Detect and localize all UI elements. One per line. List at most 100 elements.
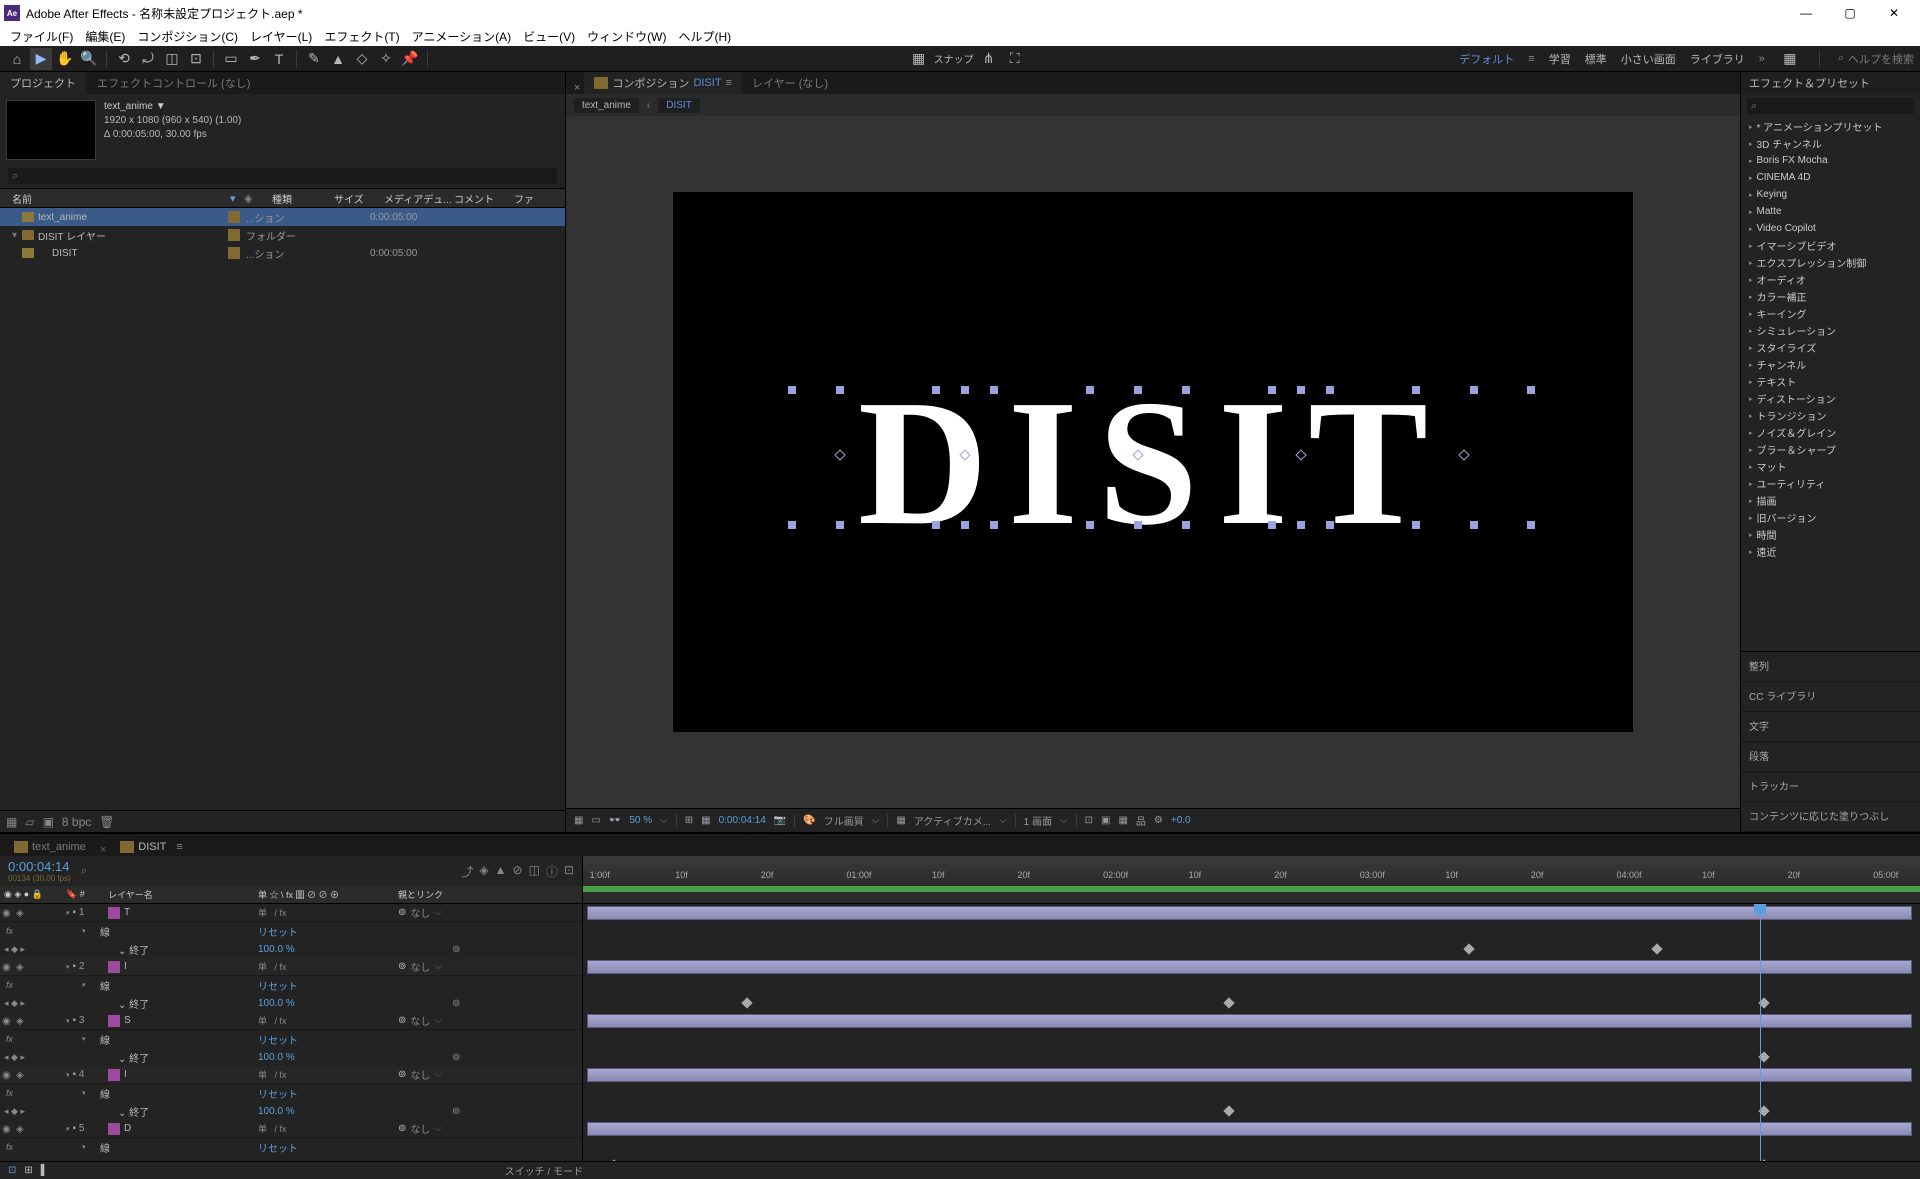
workspace-library[interactable]: ライブラリ xyxy=(1690,51,1745,67)
effect-category[interactable]: Boris FX Mocha xyxy=(1741,152,1920,169)
col-switches[interactable]: 单 ☆ \ fx 圖 ⊘ ⊘ ⊕ xyxy=(258,888,398,901)
track-area[interactable] xyxy=(583,904,1920,1161)
panel-shortcut[interactable]: CC ライブラリ xyxy=(1741,682,1920,712)
brush-tool-icon[interactable]: ✎ xyxy=(303,48,325,70)
tl-opt-6-icon[interactable]: ⓘ xyxy=(546,863,558,880)
snap-opt1-icon[interactable]: ⋔ xyxy=(978,48,1000,70)
col-layer-name[interactable]: レイヤー名 xyxy=(108,888,258,901)
effect-category[interactable]: 時間 xyxy=(1741,526,1920,543)
rotate-tool-icon[interactable]: ⤾ xyxy=(137,48,159,70)
help-search[interactable]: ⌕ ヘルプを検索 xyxy=(1838,51,1914,67)
tab-effect-controls[interactable]: エフェクトコントロール (なし) xyxy=(87,72,261,94)
panel-shortcut[interactable]: 文字 xyxy=(1741,712,1920,742)
effect-category[interactable]: イマーシブビデオ xyxy=(1741,237,1920,254)
effect-category[interactable]: トランジション xyxy=(1741,407,1920,424)
pen-tool-icon[interactable]: ✒ xyxy=(244,48,266,70)
layer-row[interactable]: ◉◈▾▪ 5D单 / fx⊚なし ⌵ xyxy=(0,1120,582,1138)
menu-item[interactable]: 編集(E) xyxy=(79,28,131,45)
effect-category[interactable]: キーイング xyxy=(1741,305,1920,322)
snap-opt2-icon[interactable]: ⛶ xyxy=(1004,48,1026,70)
trash-icon[interactable]: 🗑 xyxy=(99,815,114,829)
quality-select[interactable]: フル画質 xyxy=(824,813,864,828)
toggle-modes-icon[interactable]: ⊞ xyxy=(24,1165,32,1176)
view-layout[interactable]: 1 画面 xyxy=(1024,813,1052,828)
menu-item[interactable]: アニメーション(A) xyxy=(406,28,518,45)
breadcrumb-2[interactable]: DISIT xyxy=(658,98,700,113)
effect-category[interactable]: 3D チャンネル xyxy=(1741,135,1920,152)
panel-shortcut[interactable]: 整列 xyxy=(1741,652,1920,682)
property-row[interactable]: fx▾線リセット xyxy=(0,976,582,994)
tl-opt-1-icon[interactable]: ⤴ xyxy=(461,863,473,880)
effect-category[interactable]: Keying xyxy=(1741,186,1920,203)
menu-item[interactable]: エフェクト(T) xyxy=(318,28,405,45)
layer-row[interactable]: ◉◈▾▪ 3S单 / fx⊚なし ⌵ xyxy=(0,1012,582,1030)
tl-opt-7-icon[interactable]: ⊡ xyxy=(564,863,574,880)
layer-row[interactable]: ◉◈▾▪ 1T单 / fx⊚なし ⌵ xyxy=(0,904,582,922)
col-name[interactable]: 名前 xyxy=(12,191,230,206)
workspace-standard[interactable]: 標準 xyxy=(1585,51,1607,67)
close-button[interactable]: ✕ xyxy=(1872,1,1916,25)
clone-tool-icon[interactable]: ▲ xyxy=(327,48,349,70)
effect-category[interactable]: オーディオ xyxy=(1741,271,1920,288)
transparency-icon[interactable]: ▦ xyxy=(701,815,710,826)
home-icon[interactable]: ⌂ xyxy=(6,48,28,70)
hand-tool-icon[interactable]: ✋ xyxy=(54,48,76,70)
effects-search-input[interactable] xyxy=(1747,98,1914,114)
tl-opt-5-icon[interactable]: ◫ xyxy=(529,863,540,880)
timeline-tab-2[interactable]: DISIT≡ xyxy=(110,838,193,856)
vb-icon-5[interactable]: ⚙ xyxy=(1154,815,1163,826)
effect-category[interactable]: エクスプレッション制御 xyxy=(1741,254,1920,271)
panel-shortcut[interactable]: コンテンツに応じた塗りつぶし xyxy=(1741,802,1920,832)
tl-opt-4-icon[interactable]: ⊘ xyxy=(513,863,523,880)
viewer[interactable]: DISIT xyxy=(566,116,1740,808)
project-search-input[interactable] xyxy=(8,168,557,184)
effect-category[interactable]: カラー補正 xyxy=(1741,288,1920,305)
selection-tool-icon[interactable]: ▶ xyxy=(30,48,52,70)
mask-icon[interactable]: 👓 xyxy=(609,815,621,826)
color-mgmt-icon[interactable]: 🎨 xyxy=(803,815,815,826)
switch-mode-label[interactable]: スイッチ / モード xyxy=(505,1163,583,1178)
property-row[interactable]: ◂ ◆ ▸⌄ 終了100.0 %⊚ xyxy=(0,994,582,1012)
breadcrumb-1[interactable]: text_anime xyxy=(574,98,639,113)
project-item[interactable]: text_anime...ション0:00:05:00 xyxy=(0,208,565,226)
effect-category[interactable]: * アニメーションプリセット xyxy=(1741,118,1920,135)
camera-select[interactable]: アクティブカメ... xyxy=(914,813,991,828)
maximize-button[interactable]: ▢ xyxy=(1828,1,1872,25)
effect-category[interactable]: ブラー＆シャープ xyxy=(1741,441,1920,458)
menu-item[interactable]: ビュー(V) xyxy=(517,28,581,45)
timeline-tab-1[interactable]: text_anime xyxy=(4,838,96,856)
col-duration[interactable]: メディアデュ... xyxy=(384,191,454,206)
camera-tool-icon[interactable]: ◫ xyxy=(161,48,183,70)
workspace-small[interactable]: 小さい画面 xyxy=(1621,51,1676,67)
property-row[interactable]: ◂ ◆ ▸⌄ 終了100.0 %⊚ xyxy=(0,1102,582,1120)
grid-icon[interactable]: ▦ xyxy=(908,48,930,70)
time-ruler[interactable]: 1:00f10f20f01:00f10f20f02:00f10f20f03:00… xyxy=(583,856,1920,886)
panel-shortcut[interactable]: トラッカー xyxy=(1741,772,1920,802)
col-parent[interactable]: 親とリンク xyxy=(398,888,518,901)
effect-category[interactable]: ユーティリティ xyxy=(1741,475,1920,492)
effect-category[interactable]: Video Copilot xyxy=(1741,220,1920,237)
layer-row[interactable]: ◉◈▾▪ 4I单 / fx⊚なし ⌵ xyxy=(0,1066,582,1084)
col-size[interactable]: サイズ xyxy=(334,191,384,206)
project-list[interactable]: text_anime...ション0:00:05:00▾DISIT レイヤーフォル… xyxy=(0,208,565,810)
vb-icon-3[interactable]: ▦ xyxy=(1118,815,1127,826)
property-row[interactable]: fx▾線リセット xyxy=(0,1138,582,1156)
effect-category[interactable]: 遠近 xyxy=(1741,543,1920,560)
effect-category[interactable]: テキスト xyxy=(1741,373,1920,390)
menu-item[interactable]: レイヤー(L) xyxy=(244,28,318,45)
current-time[interactable]: 0:00:04:14 xyxy=(8,859,71,874)
exposure[interactable]: +0.0 xyxy=(1171,815,1191,826)
workspace-learn[interactable]: 学習 xyxy=(1549,51,1571,67)
col-comment[interactable]: コメント xyxy=(454,191,514,206)
comp-icon[interactable]: ▣ xyxy=(43,815,54,829)
alpha-icon[interactable]: ▦ xyxy=(574,815,583,826)
layer-list[interactable]: ◉◈▾▪ 1T单 / fx⊚なし ⌵fx▾線リセット◂ ◆ ▸⌄ 終了100.0… xyxy=(0,904,583,1161)
zoom-level[interactable]: 50 % xyxy=(629,815,652,826)
minimize-button[interactable]: — xyxy=(1784,1,1828,25)
shape-tool-icon[interactable]: ▭ xyxy=(220,48,242,70)
menu-item[interactable]: ウィンドウ(W) xyxy=(581,28,672,45)
layer-row[interactable]: ◉◈▾▪ 2I单 / fx⊚なし ⌵ xyxy=(0,958,582,976)
tab-composition[interactable]: コンポジション DISIT ≡ xyxy=(584,72,742,94)
tab-layer[interactable]: レイヤー (なし) xyxy=(742,72,838,94)
effect-category[interactable]: シミュレーション xyxy=(1741,322,1920,339)
